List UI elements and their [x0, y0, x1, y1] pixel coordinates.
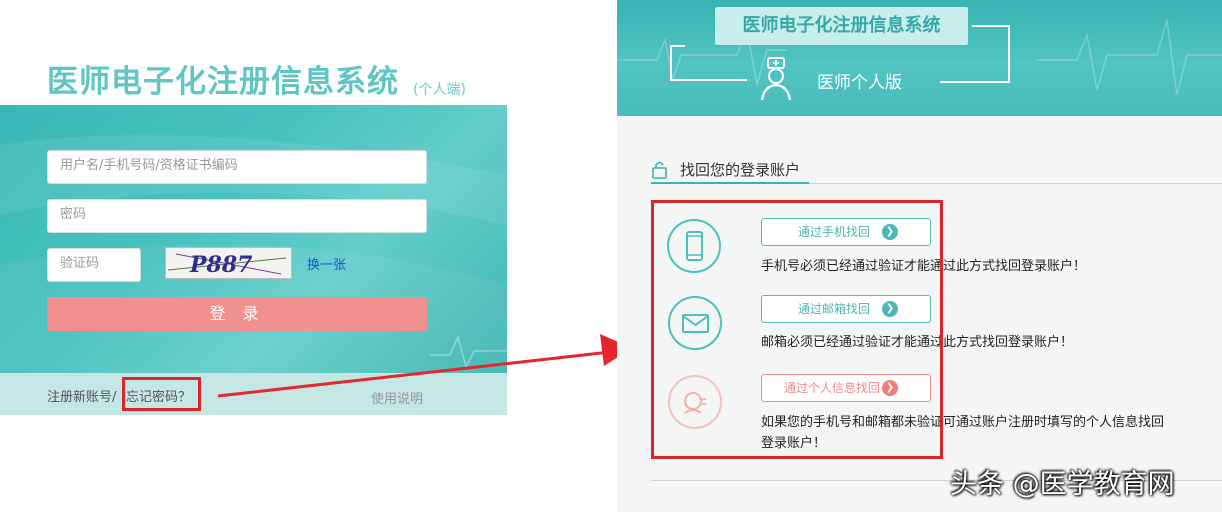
section-title: 找回您的登录账户: [680, 161, 801, 179]
lock-icon: [652, 161, 667, 179]
highlight-box-options: [651, 200, 943, 459]
recover-header-title: 医师电子化注册信息系统: [715, 7, 968, 45]
section-underline: [651, 182, 809, 184]
watermark: 头条 @医学教育网: [950, 469, 1175, 500]
recover-header: 医师电子化注册信息系统 医师个人版: [617, 0, 1222, 116]
doctor-icon: [760, 57, 792, 101]
recover-header-subtitle: 医师个人版: [817, 73, 902, 93]
